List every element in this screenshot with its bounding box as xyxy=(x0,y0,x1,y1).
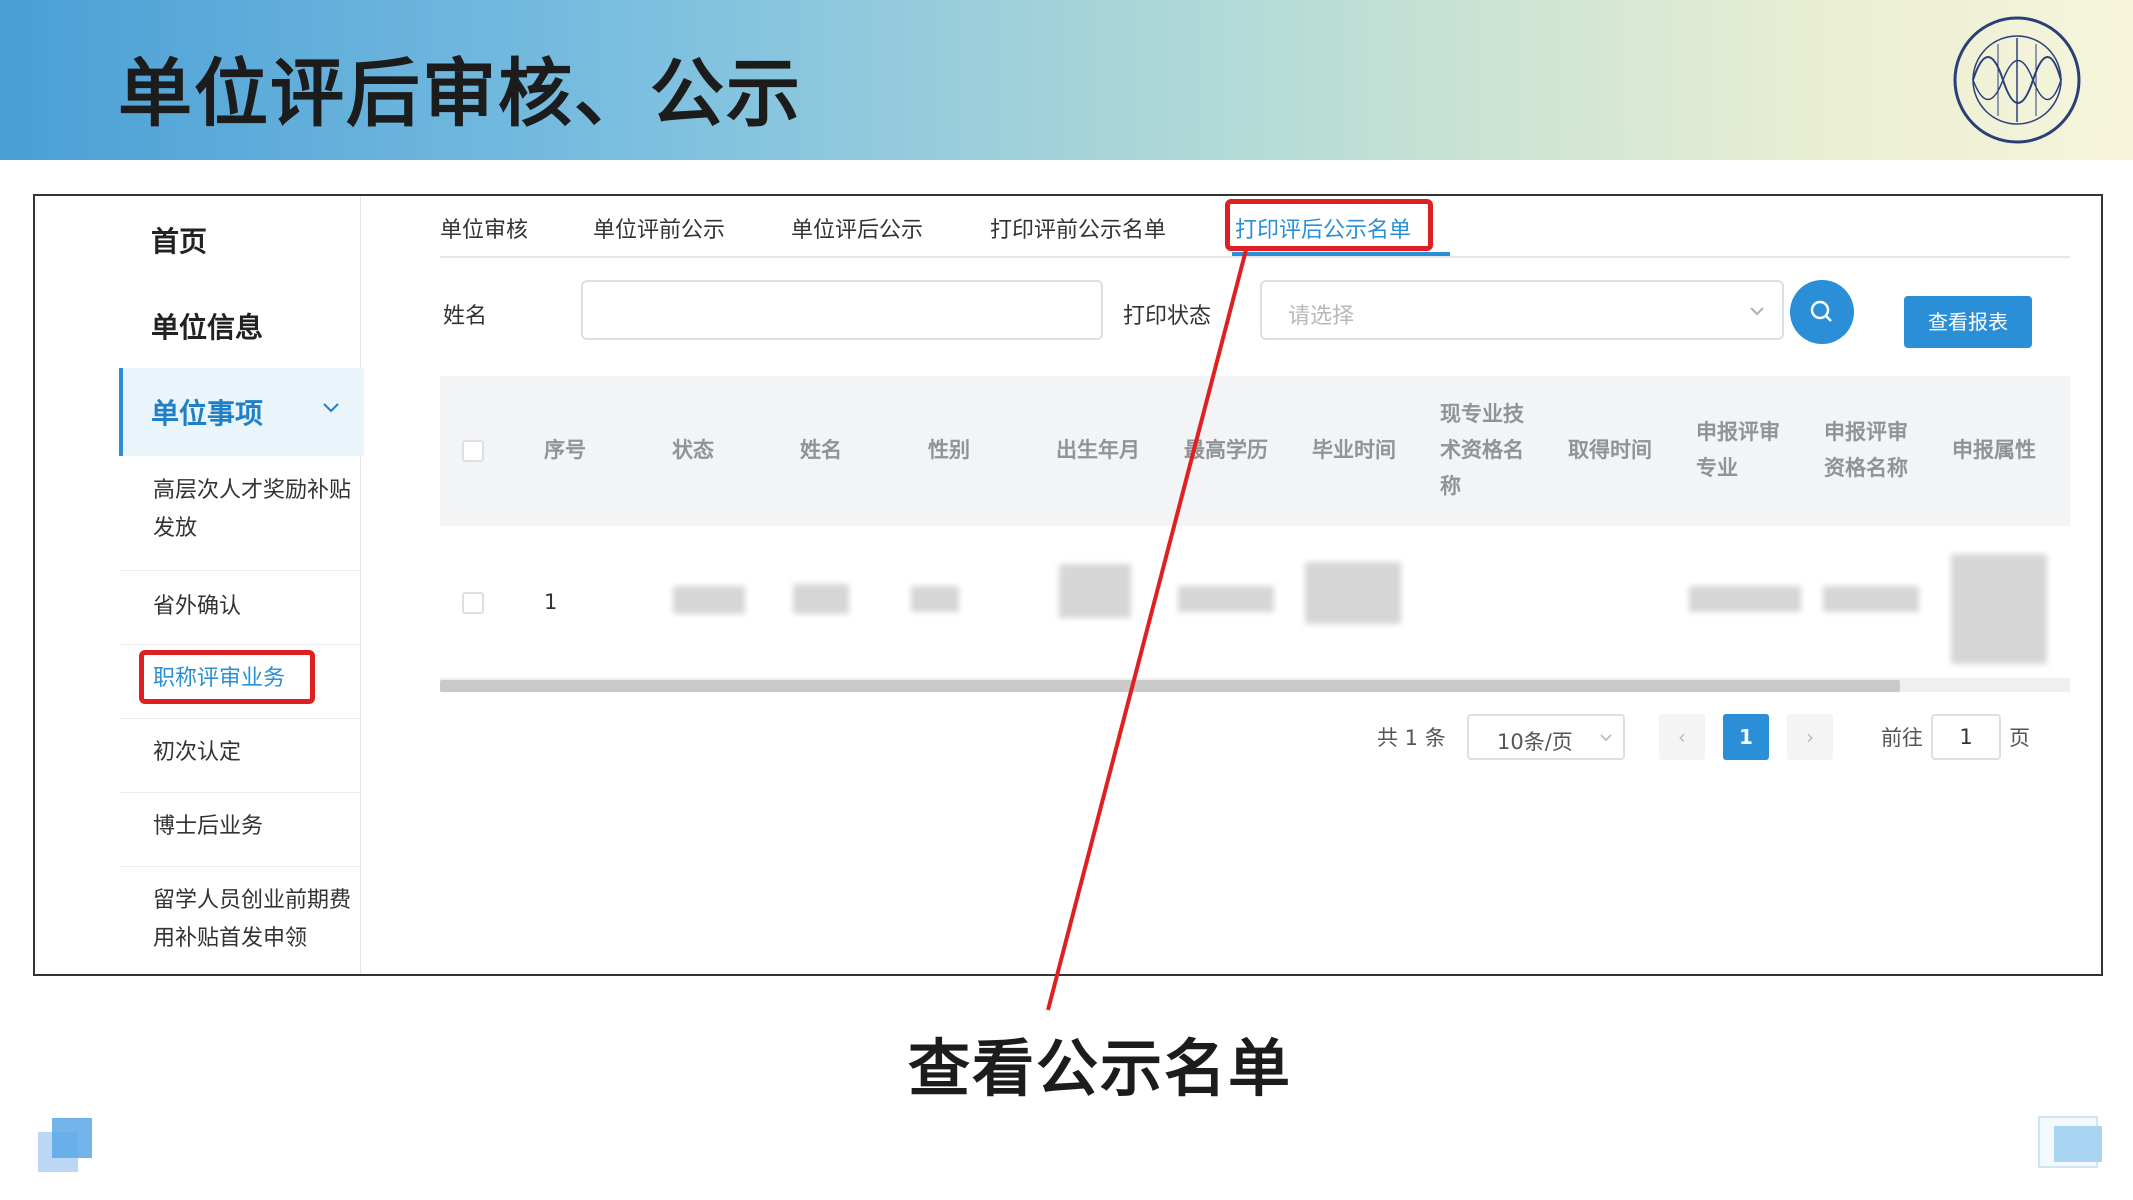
redacted-education xyxy=(1178,586,1274,612)
highlight-box-tab xyxy=(1225,199,1433,251)
column-header: 现专业技术资格名称 xyxy=(1440,402,1524,498)
redacted-name xyxy=(793,584,849,614)
redacted-birth-date xyxy=(1059,564,1131,618)
redacted-review-major xyxy=(1689,586,1801,612)
highlight-box-sidebar xyxy=(139,650,315,704)
redacted-attribute xyxy=(1951,554,2047,664)
sidebar-divider xyxy=(119,866,360,867)
sidebar-divider xyxy=(119,792,360,793)
column-header: 取得时间 xyxy=(1568,438,1652,462)
column-header: 序号 xyxy=(544,438,586,462)
app-screenshot: 首页 单位信息 单位事项 高层次人才奖励补贴发放 省外确认 职称评审业务 初次认… xyxy=(33,194,2103,976)
active-tab-indicator xyxy=(1232,252,1450,256)
decorative-square xyxy=(52,1118,92,1158)
page-suffix: 页 xyxy=(2009,726,2030,750)
sidebar-item-talent-subsidy[interactable]: 高层次人才奖励补贴发放 xyxy=(153,472,353,548)
chevron-down-icon[interactable] xyxy=(320,396,342,418)
sidebar-item-unit-matters[interactable]: 单位事项 xyxy=(151,392,263,432)
select-all-checkbox[interactable] xyxy=(462,440,484,462)
search-icon xyxy=(1810,300,1832,322)
redacted-review-qualification xyxy=(1823,586,1919,612)
table-header: 序号 状态 姓名 性别 出生年月 最高学历 毕业时间 现专业技术资格名称 取得时… xyxy=(440,376,2070,526)
sidebar-item-unit-info[interactable]: 单位信息 xyxy=(151,306,263,346)
tab-post-review-publicity[interactable]: 单位评后公示 xyxy=(791,212,923,244)
sidebar-item-overseas-startup-subsidy[interactable]: 留学人员创业前期费用补贴首发申领 xyxy=(153,882,353,958)
name-input[interactable] xyxy=(581,280,1103,340)
page-size-value: 10条/页 xyxy=(1497,730,1573,754)
sidebar-item-postdoc[interactable]: 博士后业务 xyxy=(153,808,353,846)
print-status-select[interactable]: 请选择 xyxy=(1260,280,1784,340)
horizontal-scrollbar-thumb[interactable] xyxy=(440,680,1900,692)
sidebar: 首页 单位信息 单位事项 高层次人才奖励补贴发放 省外确认 职称评审业务 初次认… xyxy=(35,196,364,974)
column-header: 姓名 xyxy=(800,438,842,462)
tab-pre-review-publicity[interactable]: 单位评前公示 xyxy=(593,212,725,244)
sidebar-item-home[interactable]: 首页 xyxy=(151,220,207,260)
print-status-placeholder: 请选择 xyxy=(1288,304,1355,329)
column-header: 申报评审专业 xyxy=(1696,420,1780,480)
row-checkbox[interactable] xyxy=(462,592,484,614)
sidebar-item-out-of-province[interactable]: 省外确认 xyxy=(153,588,353,626)
row-index: 1 xyxy=(544,590,558,614)
view-report-button[interactable]: 查看报表 xyxy=(1904,296,2032,348)
slide-title: 单位评后审核、公示 xyxy=(118,51,802,137)
association-logo xyxy=(1953,16,2081,144)
next-page-button[interactable]: › xyxy=(1787,714,1833,760)
slide-header: 单位评后审核、公示 xyxy=(0,0,2133,160)
search-button[interactable] xyxy=(1790,280,1854,344)
slide-caption: 查看公示名单 xyxy=(907,1032,1292,1105)
tab-unit-review[interactable]: 单位审核 xyxy=(440,212,528,244)
sidebar-divider xyxy=(119,570,360,571)
redacted-graduation-time xyxy=(1305,562,1401,624)
column-header: 申报属性 xyxy=(1952,438,2036,462)
column-header: 状态 xyxy=(672,438,714,462)
decorative-square xyxy=(2054,1126,2102,1162)
tab-print-pre-review-list[interactable]: 打印评前公示名单 xyxy=(990,212,1166,244)
redacted-status xyxy=(673,586,745,614)
column-header: 出生年月 xyxy=(1056,438,1140,462)
column-header: 最高学历 xyxy=(1184,438,1268,462)
chevron-down-icon xyxy=(1750,307,1764,316)
page-size-select[interactable]: 10条/页 xyxy=(1467,714,1625,760)
column-header: 毕业时间 xyxy=(1312,438,1396,462)
page-number-current[interactable]: 1 xyxy=(1723,714,1769,760)
sidebar-divider xyxy=(119,718,360,719)
name-label: 姓名 xyxy=(443,304,488,329)
sidebar-item-initial-recognition[interactable]: 初次认定 xyxy=(153,734,353,772)
prev-page-button[interactable]: ‹ xyxy=(1659,714,1705,760)
redacted-gender xyxy=(911,586,959,612)
goto-label: 前往 xyxy=(1881,726,1923,750)
pagination-total: 共 1 条 xyxy=(1377,726,1446,750)
chevron-down-icon xyxy=(1600,734,1612,742)
column-header: 申报评审资格名称 xyxy=(1824,420,1908,480)
print-status-label: 打印状态 xyxy=(1123,304,1212,329)
sidebar-divider xyxy=(119,644,360,645)
goto-page-input[interactable]: 1 xyxy=(1931,714,2001,760)
column-header: 性别 xyxy=(928,438,970,462)
